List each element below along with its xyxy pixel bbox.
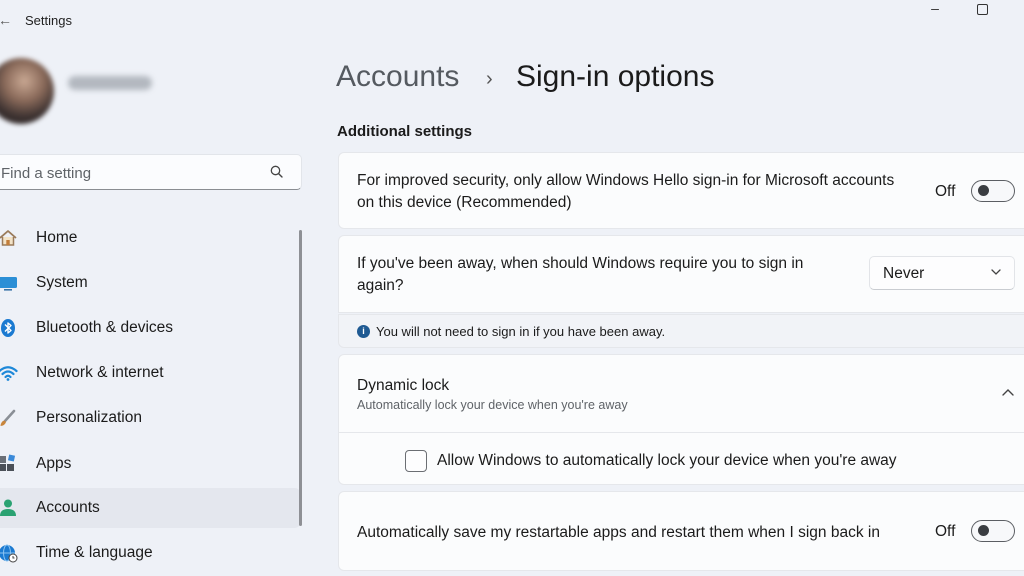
chevron-down-icon xyxy=(991,269,1001,275)
info-icon: i xyxy=(357,325,370,338)
sidebar-item-label: Bluetooth & devices xyxy=(36,319,174,336)
monitor-icon xyxy=(0,277,17,291)
hello-only-description: For improved security, only allow Window… xyxy=(357,170,894,214)
dynamic-lock-checkbox-label[interactable]: Allow Windows to automatically lock your… xyxy=(437,452,897,470)
sidebar-item-bluetooth[interactable]: Bluetooth & devices xyxy=(0,308,300,348)
profile-name-blurred xyxy=(68,76,152,90)
toggle-knob xyxy=(978,525,989,536)
home-icon xyxy=(0,230,17,246)
sidebar-item-label: Time & language xyxy=(36,544,153,561)
require-signin-info: i You will not need to sign in if you ha… xyxy=(338,314,1024,348)
globe-clock-icon xyxy=(0,544,18,563)
search-box[interactable]: Find a setting xyxy=(0,154,302,190)
chevron-up-icon[interactable] xyxy=(1001,387,1015,397)
bluetooth-icon xyxy=(1,319,15,337)
apps-icon xyxy=(0,454,16,471)
minimize-button[interactable]: – xyxy=(928,1,942,15)
dropdown-selected-value: Never xyxy=(883,265,925,282)
require-signin-description: If you've been away, when should Windows… xyxy=(357,253,803,297)
sidebar-item-personalization[interactable]: Personalization xyxy=(0,398,300,438)
sidebar-item-system[interactable]: System xyxy=(0,263,300,303)
require-signin-dropdown[interactable]: Never xyxy=(869,256,1015,290)
restart-apps-card: Automatically save my restartable apps a… xyxy=(338,491,1024,571)
maximize-button[interactable] xyxy=(977,4,988,15)
avatar[interactable] xyxy=(0,58,54,124)
hello-only-line2: on this device (Recommended) xyxy=(357,194,572,211)
wifi-icon xyxy=(0,366,18,381)
hello-only-state-label: Off xyxy=(935,183,956,200)
restart-apps-state-label: Off xyxy=(935,523,956,540)
restart-apps-toggle[interactable] xyxy=(971,520,1015,542)
sidebar-item-label: Home xyxy=(36,229,78,246)
section-title: Additional settings xyxy=(337,123,472,140)
dynamic-lock-title[interactable]: Dynamic lock xyxy=(357,377,449,395)
toggle-knob xyxy=(978,185,989,196)
sidebar-item-label: Network & internet xyxy=(36,364,164,381)
page-title: Sign-in options xyxy=(516,60,715,93)
sidebar-scrollbar[interactable] xyxy=(299,230,302,526)
title-bar: ← Settings – xyxy=(0,0,1024,40)
dynamic-lock-subtitle: Automatically lock your device when you'… xyxy=(357,398,628,412)
app-title: Settings xyxy=(25,13,72,28)
sidebar-item-label: Accounts xyxy=(36,499,100,516)
sidebar-item-apps[interactable]: Apps xyxy=(0,444,300,484)
dynamic-lock-checkbox[interactable] xyxy=(405,450,427,472)
require-signin-card: If you've been away, when should Windows… xyxy=(338,235,1024,313)
require-signin-line2: again? xyxy=(357,277,404,294)
search-input[interactable]: Find a setting xyxy=(1,165,91,182)
restart-apps-label: Automatically save my restartable apps a… xyxy=(357,524,880,541)
sidebar-item-label: System xyxy=(36,274,88,291)
hello-only-toggle[interactable] xyxy=(971,180,1015,202)
breadcrumb-parent[interactable]: Accounts xyxy=(336,60,459,94)
info-text: You will not need to sign in if you have… xyxy=(376,324,666,339)
sidebar-item-label: Apps xyxy=(36,455,72,472)
hello-only-line1: For improved security, only allow Window… xyxy=(357,172,895,189)
brush-icon xyxy=(0,409,16,426)
sidebar-item-label: Personalization xyxy=(36,409,142,426)
dynamic-lock-card: Dynamic lock Automatically lock your dev… xyxy=(338,354,1024,485)
sidebar-item-accounts[interactable]: Accounts xyxy=(0,488,300,528)
person-icon xyxy=(0,499,16,516)
sidebar-item-home[interactable]: Home xyxy=(0,218,300,258)
back-arrow-icon[interactable]: ← xyxy=(0,12,12,28)
sidebar-item-time-language[interactable]: Time & language xyxy=(0,533,300,573)
divider xyxy=(339,432,1024,433)
chevron-right-icon: › xyxy=(486,68,493,90)
hello-only-card: For improved security, only allow Window… xyxy=(338,152,1024,229)
search-icon[interactable] xyxy=(269,164,285,180)
sidebar-item-network[interactable]: Network & internet xyxy=(0,353,300,393)
require-signin-line1: If you've been away, when should Windows… xyxy=(357,255,804,272)
